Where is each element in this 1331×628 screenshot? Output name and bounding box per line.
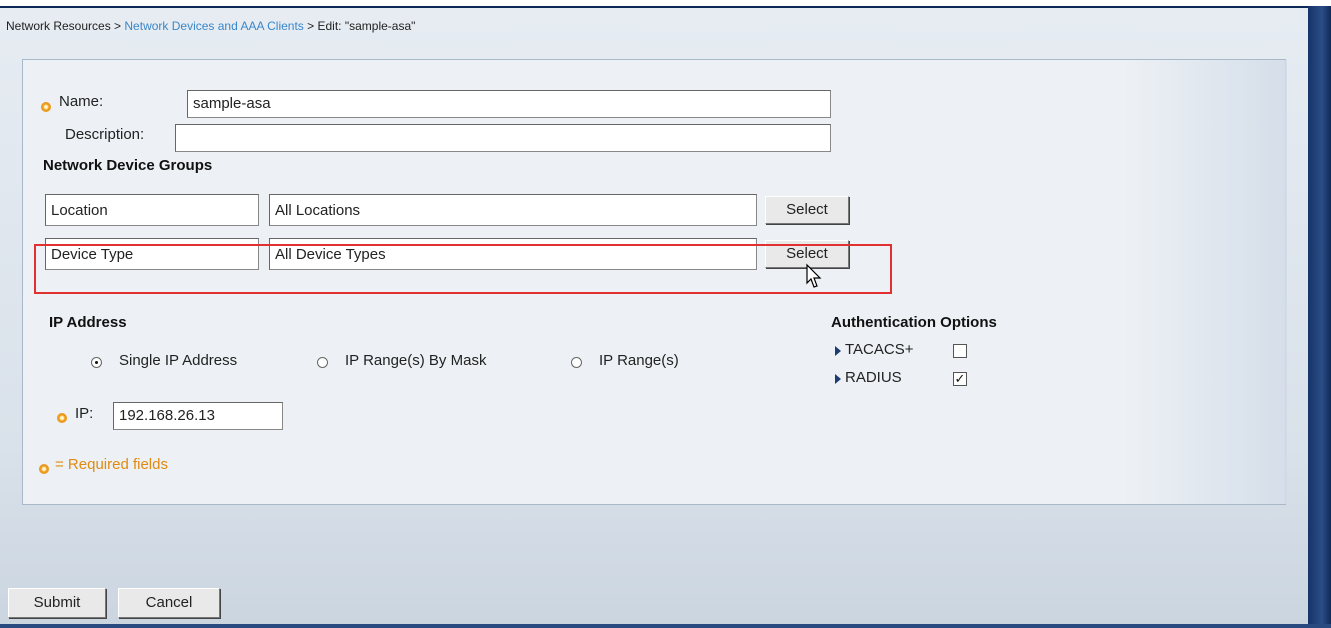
bottom-frame-bar <box>0 624 1331 628</box>
bullet-arrow-icon <box>835 374 841 384</box>
radio-ip-range-label: IP Range(s) <box>599 352 679 369</box>
required-icon <box>57 413 67 423</box>
ndg-location-value: All Locations <box>269 194 757 226</box>
right-frame-bar <box>1308 6 1331 628</box>
required-icon <box>39 464 49 474</box>
radio-ip-range-mask-label: IP Range(s) By Mask <box>345 352 487 369</box>
description-input[interactable] <box>175 124 831 152</box>
ndg-location-name: Location <box>45 194 259 226</box>
name-label: Name: <box>59 93 104 110</box>
ip-input[interactable]: 192.168.26.13 <box>113 402 283 430</box>
radius-checkbox[interactable]: ✓ <box>953 372 967 386</box>
ip-address-heading: IP Address <box>49 314 127 331</box>
breadcrumb-link-devices[interactable]: Network Devices and AAA Clients <box>124 19 303 33</box>
mouse-cursor-icon <box>806 263 822 288</box>
tacacs-checkbox[interactable] <box>953 344 967 358</box>
radio-ip-range[interactable] <box>571 357 582 368</box>
radio-ip-range-mask[interactable] <box>317 357 328 368</box>
required-icon <box>41 102 51 112</box>
radius-label: RADIUS <box>845 369 902 386</box>
name-input[interactable]: sample-asa <box>187 90 831 118</box>
description-label: Description: <box>65 126 145 143</box>
select-location-button[interactable]: Select <box>765 196 849 224</box>
ip-label: IP: <box>75 405 94 422</box>
breadcrumb-root: Network Resources <box>6 19 111 33</box>
required-fields-note: = Required fields <box>55 456 168 473</box>
bullet-arrow-icon <box>835 346 841 356</box>
auth-options-heading: Authentication Options <box>831 314 997 331</box>
breadcrumb-current: Edit: "sample-asa" <box>317 19 416 33</box>
device-type-highlight <box>34 244 892 294</box>
breadcrumb: Network Resources > Network Devices and … <box>6 19 415 33</box>
top-border <box>0 6 1331 8</box>
breadcrumb-separator: > <box>303 19 318 33</box>
main-content: Network Resources > Network Devices and … <box>0 8 1308 624</box>
breadcrumb-separator: > <box>110 19 125 33</box>
panel-shade <box>1123 60 1287 504</box>
tacacs-label: TACACS+ <box>845 341 914 358</box>
submit-button[interactable]: Submit <box>8 588 106 618</box>
ndg-heading: Network Device Groups <box>43 157 213 174</box>
radio-single-ip[interactable] <box>91 357 102 368</box>
radio-single-ip-label: Single IP Address <box>119 352 238 369</box>
cancel-button[interactable]: Cancel <box>118 588 220 618</box>
